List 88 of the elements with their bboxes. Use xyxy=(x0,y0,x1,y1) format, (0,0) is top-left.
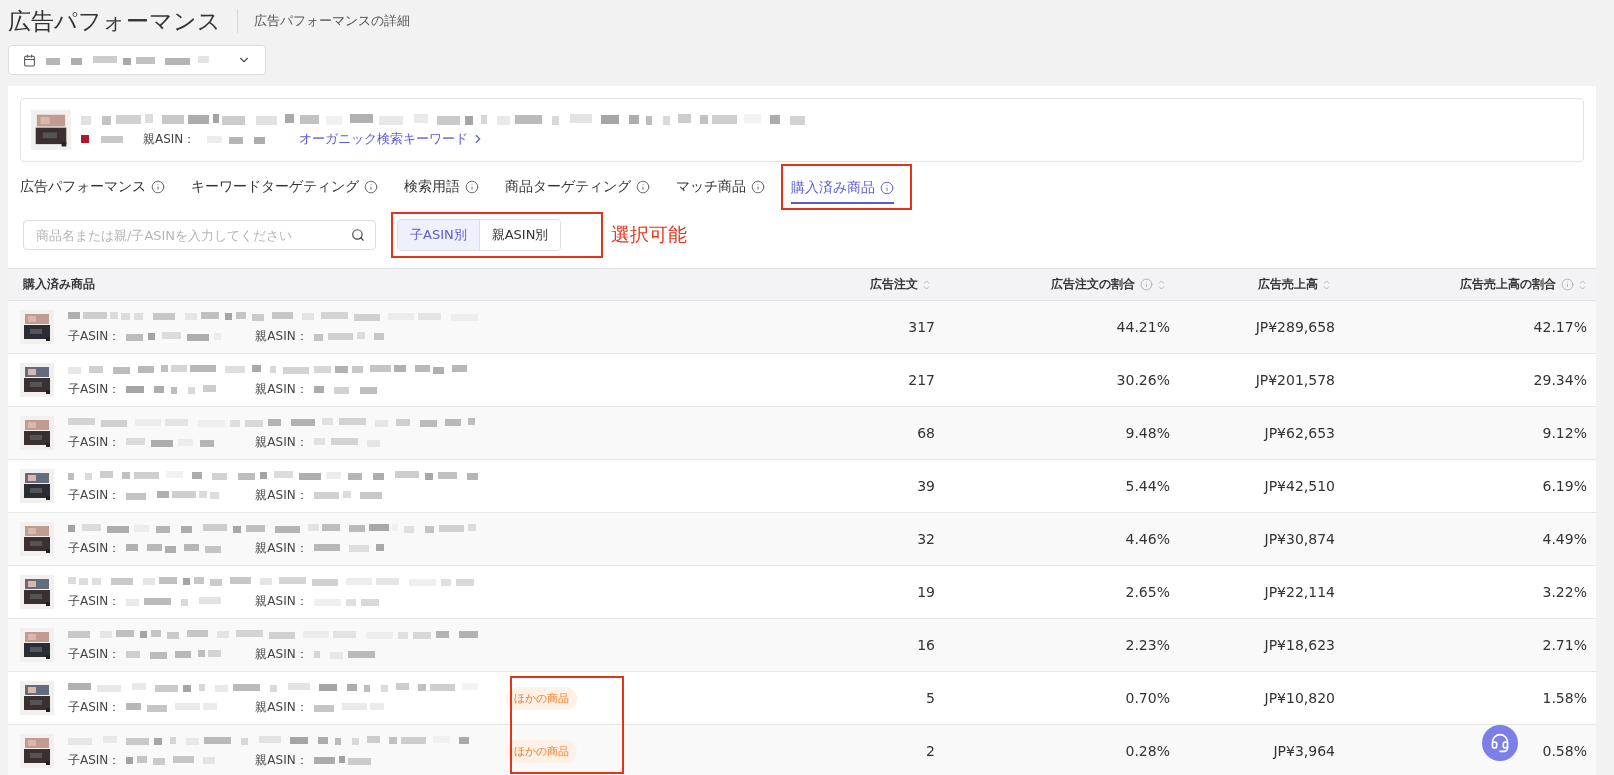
table-cell: 4.46% xyxy=(1125,531,1170,547)
date-picker[interactable] xyxy=(8,45,266,75)
blurred-text-drawing xyxy=(313,330,384,342)
table-cell: 3.22% xyxy=(1542,584,1587,600)
organic-keyword-link[interactable]: オーガニック検索キーワード xyxy=(299,130,486,148)
table-cell: 6.19% xyxy=(1542,478,1587,494)
tab[interactable]: 購入済み商品 xyxy=(791,172,894,204)
table-cell: JP¥10,820 xyxy=(1264,690,1335,706)
column-header[interactable]: 広告注文 xyxy=(790,269,940,300)
child-asin-label: 子ASIN： xyxy=(68,486,121,504)
parent-asin-label: 親ASIN： xyxy=(255,327,308,345)
info-icon[interactable] xyxy=(151,180,165,194)
table-cell: JP¥42,510 xyxy=(1264,478,1335,494)
parent-asin-label: 親ASIN： xyxy=(255,433,308,451)
table-cell: 2.71% xyxy=(1542,637,1587,653)
parent-asin-label: 親ASIN： xyxy=(255,486,308,504)
table-cell: 32 xyxy=(917,531,935,547)
table-cell: JP¥30,874 xyxy=(1264,531,1335,547)
other-product-tag: ほかの商品 xyxy=(506,686,577,710)
info-icon[interactable] xyxy=(364,180,378,194)
column-header: 購入済み商品 xyxy=(22,276,96,293)
parent-asin-label: 親ASIN： xyxy=(255,592,308,610)
parent-asin-label: 親ASIN： xyxy=(255,751,308,769)
table-cell: 0.58% xyxy=(1542,743,1587,759)
tab[interactable]: 広告パフォーマンス xyxy=(20,171,165,203)
calendar-icon xyxy=(23,53,36,67)
child-asin-label: 子ASIN： xyxy=(68,327,121,345)
info-icon[interactable] xyxy=(636,180,650,194)
page-title: 広告パフォーマンス xyxy=(8,6,221,36)
child-asin-label: 子ASIN： xyxy=(68,592,121,610)
other-product-tag: ほかの商品 xyxy=(506,739,577,763)
child-asin-label: 子ASIN： xyxy=(68,539,121,557)
blurred-text-drawing xyxy=(313,489,384,501)
child-asin-label: 子ASIN： xyxy=(68,433,121,451)
table-cell: 1.58% xyxy=(1542,690,1587,706)
headset-icon xyxy=(1490,733,1510,753)
table-cell: 2.23% xyxy=(1125,637,1170,653)
table-cell: 5 xyxy=(926,690,935,706)
child-asin-label: 子ASIN： xyxy=(68,645,121,663)
search-field[interactable]: 商品名または親/子ASINを入力してください xyxy=(23,220,376,250)
tab[interactable]: マッチ商品 xyxy=(676,171,765,203)
table-cell: 2 xyxy=(926,743,935,759)
table-cell: JP¥201,578 xyxy=(1255,372,1335,388)
parent-asin-label: 親ASIN： xyxy=(255,539,308,557)
tab[interactable]: 商品ターゲティング xyxy=(505,171,650,203)
table-cell: 39 xyxy=(917,478,935,494)
parent-asin-label: 親ASIN： xyxy=(143,130,196,148)
table-cell: 317 xyxy=(908,319,935,335)
table-cell: 4.49% xyxy=(1542,531,1587,547)
parent-asin-label: 親ASIN： xyxy=(255,380,308,398)
table-cell: 68 xyxy=(917,425,935,441)
view-toggle-option[interactable]: 子ASIN別 xyxy=(398,220,480,250)
table-cell: 9.48% xyxy=(1125,425,1170,441)
table-cell: 19 xyxy=(917,584,935,600)
table-cell: 0.70% xyxy=(1125,690,1170,706)
blurred-text-drawing xyxy=(207,133,268,145)
info-icon[interactable] xyxy=(880,181,894,195)
annotation-text: 選択可能 xyxy=(611,222,688,247)
table-cell: 44.21% xyxy=(1116,319,1170,335)
table-cell: JP¥22,114 xyxy=(1264,584,1335,600)
info-icon[interactable] xyxy=(751,180,765,194)
table-cell: 217 xyxy=(908,372,935,388)
info-icon[interactable] xyxy=(465,180,479,194)
table-cell: 30.26% xyxy=(1116,372,1170,388)
page-subtitle: 広告パフォーマンスの詳細 xyxy=(254,12,410,30)
search-icon xyxy=(351,228,365,242)
column-header[interactable]: 広告売上高 xyxy=(1175,269,1340,300)
child-asin-label: 子ASIN： xyxy=(68,380,121,398)
table-cell: JP¥289,658 xyxy=(1255,319,1335,335)
table-cell: JP¥18,623 xyxy=(1264,637,1335,653)
parent-asin-label: 親ASIN： xyxy=(255,645,308,663)
table-cell: 0.28% xyxy=(1125,743,1170,759)
child-asin-label: 子ASIN： xyxy=(68,751,121,769)
tab[interactable]: キーワードターゲティング xyxy=(191,171,378,203)
table-cell: JP¥3,964 xyxy=(1273,743,1335,759)
table-cell: JP¥62,653 xyxy=(1264,425,1335,441)
parent-asin-label: 親ASIN： xyxy=(255,698,308,716)
table-cell: 42.17% xyxy=(1533,319,1587,335)
tab[interactable]: 検索用語 xyxy=(404,171,479,203)
blurred-text-drawing xyxy=(313,701,384,713)
table-cell: 16 xyxy=(917,637,935,653)
table-cell: 29.34% xyxy=(1533,372,1587,388)
table-cell: 2.65% xyxy=(1125,584,1170,600)
color-swatch-icon xyxy=(81,135,89,143)
table-cell: 9.12% xyxy=(1542,425,1587,441)
table-cell: 5.44% xyxy=(1125,478,1170,494)
blurred-text-drawing xyxy=(313,542,384,554)
child-asin-label: 子ASIN： xyxy=(68,698,121,716)
